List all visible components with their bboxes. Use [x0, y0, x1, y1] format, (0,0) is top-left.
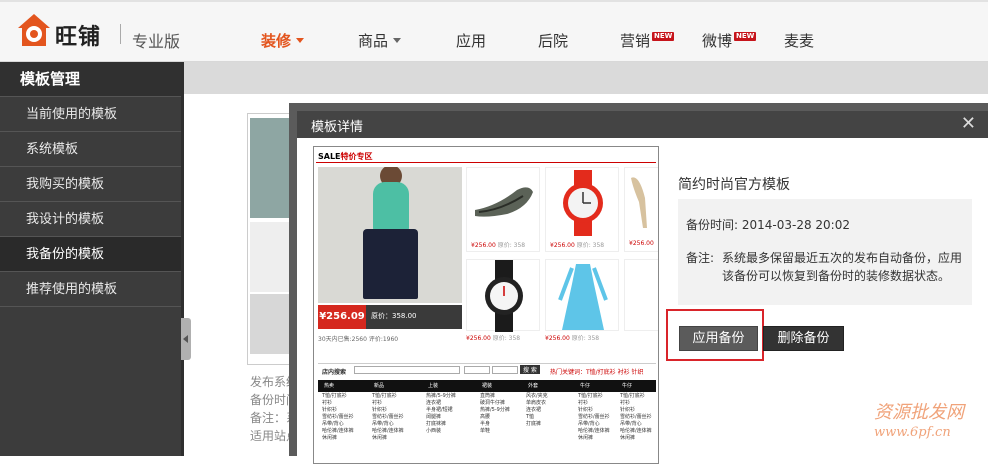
- watch-image: [485, 260, 523, 332]
- house-logo-icon[interactable]: [16, 12, 52, 48]
- product-price: ¥256.00: [545, 335, 570, 342]
- nav-item-marketing[interactable]: 营销 NEW: [620, 30, 675, 51]
- product-original-price: 原价: 358: [576, 242, 605, 249]
- nav-item-maimai[interactable]: 麦麦: [784, 30, 814, 51]
- dress-image: [558, 264, 608, 330]
- sidebar-item-purchased-templates[interactable]: 我购买的模板: [0, 167, 181, 202]
- product-heel: ¥256.00: [624, 167, 658, 252]
- product-black-watch: [466, 259, 540, 332]
- sidebar-collapse-handle[interactable]: [181, 318, 191, 360]
- main-sold-count: 30天内已售:2560 评价:1960: [318, 336, 399, 343]
- new-badge: NEW: [652, 32, 675, 41]
- category-column: 热裤/5-9分裤 连衣裙 半身裙/短裙 阔腿裤 打底袜裤 小西装: [426, 393, 456, 434]
- top-navigation-bar: 旺铺 专业版 装修 商品 应用 后院 营销 NEW 微博 NEW 麦麦: [0, 0, 988, 62]
- product-price: ¥256.00: [471, 242, 496, 249]
- modal-title: 模板详情: [311, 120, 364, 135]
- nav-label: 微博: [702, 32, 733, 50]
- category-label: 外套: [528, 383, 539, 389]
- sidebar-item-current-template[interactable]: 当前使用的模板: [0, 97, 181, 132]
- logo-text[interactable]: 旺铺: [55, 19, 101, 51]
- chevron-down-icon: [393, 38, 402, 43]
- nav-item-weibo[interactable]: 微博 NEW: [702, 30, 757, 51]
- hot-keywords: 热门关键词：T恤/打底衫 衬衫 针织: [550, 369, 644, 376]
- search-label: 店内搜索: [322, 369, 347, 376]
- content-toolbar: [184, 62, 988, 94]
- category-label: 上装: [428, 383, 439, 389]
- main-original-price: 原价：358.00: [371, 312, 417, 320]
- category-column: T恤/打底衫 衬衫 针织衫 雪纺衫/蕾丝衫 吊带/背心 哈伦裤/连体裤 休闲裤: [372, 393, 404, 441]
- product-price: ¥256.00: [629, 240, 654, 247]
- heel-image: [631, 177, 647, 228]
- nav-item-decorate[interactable]: 装修: [261, 30, 305, 51]
- category-column: T恤/打底衫 衬衫 针织衫 雪纺衫/蕾丝衫 吊带/背心 哈伦裤/连体裤 休闲裤: [620, 393, 652, 441]
- backup-time: 备份时间: 2014-03-28 20:02: [686, 218, 850, 232]
- category-label: 新品: [374, 383, 385, 389]
- product-blue-dress: [545, 259, 619, 331]
- nav-label: 营销: [620, 32, 651, 50]
- category-header: 热卖 新品 上装 裙装 外套 牛仔 牛仔: [318, 380, 656, 392]
- search-button: 搜 索: [520, 365, 540, 374]
- edition-label: 专业版: [132, 32, 181, 51]
- category-label: 牛仔: [622, 383, 633, 389]
- chevron-down-icon: [296, 38, 305, 43]
- model-photo: [318, 167, 462, 303]
- backup-info-box: 备份时间: 2014-03-28 20:02 备注: 系统最多保留最近五次的发布…: [678, 199, 972, 305]
- main-price: ¥256.09: [318, 305, 366, 329]
- price-max-input: [492, 366, 518, 374]
- nav-label: 麦麦: [784, 32, 815, 50]
- template-preview-image: SALE特价专区 ¥256.09 原价：358.00 30天内已售:2560 评…: [313, 146, 659, 464]
- close-icon[interactable]: ✕: [961, 113, 976, 134]
- sidebar-item-designed-templates[interactable]: 我设计的模板: [0, 202, 181, 237]
- product-original-price: 原价: 358: [571, 335, 600, 342]
- nav-label: 商品: [358, 32, 389, 50]
- sidebar-edge: [181, 62, 184, 456]
- modal-header: 模板详情 ✕: [297, 111, 988, 138]
- preview-sale-header: SALE特价专区: [318, 152, 373, 161]
- category-label: 牛仔: [580, 383, 591, 389]
- product-original-price: 原价: 358: [497, 242, 526, 249]
- delete-backup-button[interactable]: 删除备份: [763, 326, 844, 351]
- nav-item-products[interactable]: 商品: [358, 30, 402, 51]
- shoe-image: [475, 187, 533, 217]
- watermark: 资源批发网: [874, 402, 964, 423]
- watermark-url: www.6pf.cn: [874, 425, 951, 440]
- note-label: 备注:: [686, 251, 715, 265]
- watch-image: [563, 170, 603, 236]
- sidebar-title: 模板管理: [0, 62, 181, 97]
- nav-label: 应用: [456, 32, 487, 50]
- category-column: 风衣/夹克 单肩皮衣 连衣裙 T恤 打底裤: [526, 393, 548, 427]
- nav-label: 后院: [538, 32, 569, 50]
- category-label: 热卖: [324, 383, 335, 389]
- category-column: T恤/打底衫 衬衫 针织衫 雪纺衫/蕾丝衫 吊带/背心 哈伦裤/连体裤 休闲裤: [322, 393, 354, 441]
- note-text: 系统最多保留最近五次的发布自动备份，应用该备份可以恢复到备份时的装修数据状态。: [722, 251, 963, 283]
- category-column: 直筒裤 破洞牛仔裤 热裤/5-9分裤 高腰 半身 单鞋: [480, 393, 510, 434]
- category-label: 裙装: [482, 383, 493, 389]
- new-badge: NEW: [734, 32, 757, 41]
- nav-label: 装修: [261, 32, 292, 50]
- sidebar: 模板管理 当前使用的模板 系统模板 我购买的模板 我设计的模板 我备份的模板 推…: [0, 62, 181, 456]
- product-shoe: ¥256.00 原价: 358: [466, 167, 540, 252]
- product-price: ¥256.00: [550, 242, 575, 249]
- product-red-watch: ¥256.00 原价: 358: [545, 167, 619, 252]
- template-name: 简约时尚官方模板: [678, 177, 790, 193]
- product-original-price: 原价: 358: [492, 335, 521, 342]
- divider: [316, 162, 656, 163]
- apply-backup-button[interactable]: 应用备份: [679, 326, 758, 351]
- main-price-bar: ¥256.09 原价：358.00: [318, 305, 462, 329]
- product-item: [624, 259, 658, 331]
- logo-divider: [120, 24, 121, 44]
- search-input: [354, 366, 460, 374]
- nav-item-backyard[interactable]: 后院: [538, 30, 568, 51]
- price-min-input: [464, 366, 490, 374]
- sidebar-item-system-templates[interactable]: 系统模板: [0, 132, 181, 167]
- product-price: ¥256.00: [466, 335, 491, 342]
- nav-item-apps[interactable]: 应用: [456, 30, 486, 51]
- sidebar-item-recommended-templates[interactable]: 推荐使用的模板: [0, 272, 181, 307]
- sidebar-item-backup-templates[interactable]: 我备份的模板: [0, 237, 181, 272]
- preview-search-row: 店内搜索 搜 索 热门关键词：T恤/打底衫 衬衫 针织: [318, 363, 656, 377]
